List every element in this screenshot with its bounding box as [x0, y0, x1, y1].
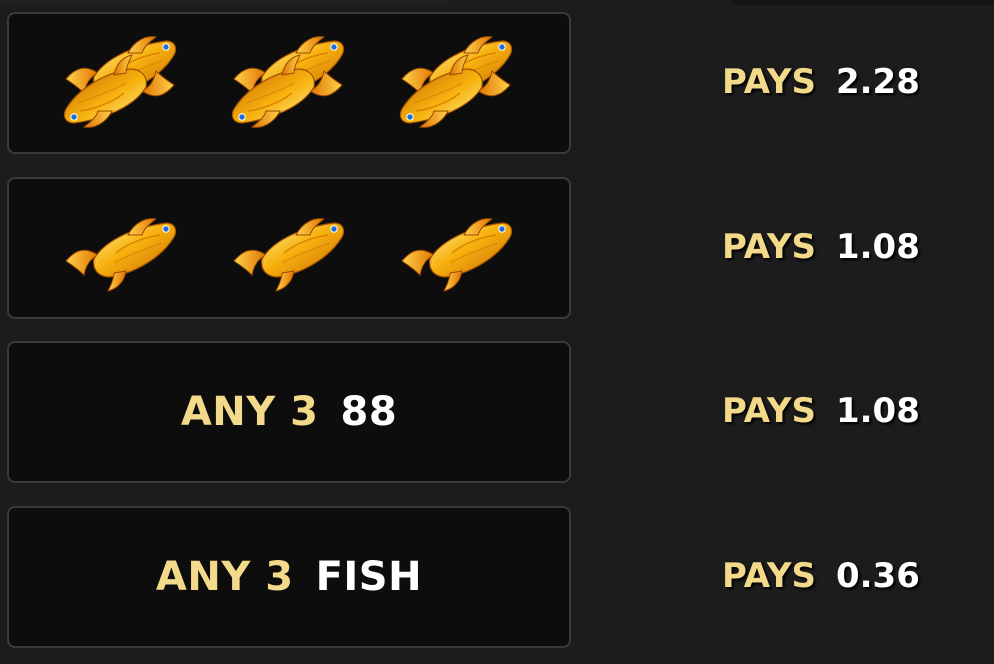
pays-value: 0.36: [835, 556, 920, 596]
payout: PAYS 1.08: [722, 391, 920, 431]
symbol-combo-cell: [7, 177, 571, 319]
symbol-combo-cell: ANY 3 FISH: [7, 506, 571, 648]
top-divider-left: [0, 0, 450, 5]
symbol-combo-cell: ANY 3 88: [7, 341, 571, 483]
paytable-row: PAYS 2.28: [0, 12, 994, 157]
top-divider-right: [732, 0, 994, 5]
combo-target: 88: [340, 389, 398, 435]
pays-value: 2.28: [835, 62, 920, 102]
pays-label: PAYS: [722, 227, 816, 267]
paytable-row: ANY 3 88 PAYS 1.08: [0, 341, 994, 486]
symbol-group: [56, 33, 522, 133]
combo-prefix: ANY 3: [180, 389, 319, 435]
pays-value: 1.08: [835, 391, 920, 431]
combo-text: ANY 3 88: [181, 389, 397, 435]
koi-fish-icon: [392, 203, 522, 293]
combo-text: ANY 3 FISH: [156, 554, 422, 600]
symbol-combo-cell: [7, 12, 571, 154]
twin-koi-fish-icon: [224, 33, 354, 133]
pays-label: PAYS: [722, 556, 816, 596]
twin-koi-fish-icon: [392, 33, 522, 133]
combo-target: FISH: [315, 554, 423, 600]
payout: PAYS 0.36: [722, 556, 920, 596]
payout: PAYS 2.28: [722, 62, 920, 102]
koi-fish-icon: [56, 203, 186, 293]
koi-fish-icon: [224, 203, 354, 293]
pays-label: PAYS: [722, 62, 816, 102]
paytable-row: ANY 3 FISH PAYS 0.36: [0, 506, 994, 651]
payout: PAYS 1.08: [722, 227, 920, 267]
symbol-group: [56, 203, 522, 293]
paytable-row: PAYS 1.08: [0, 177, 994, 322]
combo-prefix: ANY 3: [155, 554, 294, 600]
pays-label: PAYS: [722, 391, 816, 431]
pays-value: 1.08: [835, 227, 920, 267]
twin-koi-fish-icon: [56, 33, 186, 133]
